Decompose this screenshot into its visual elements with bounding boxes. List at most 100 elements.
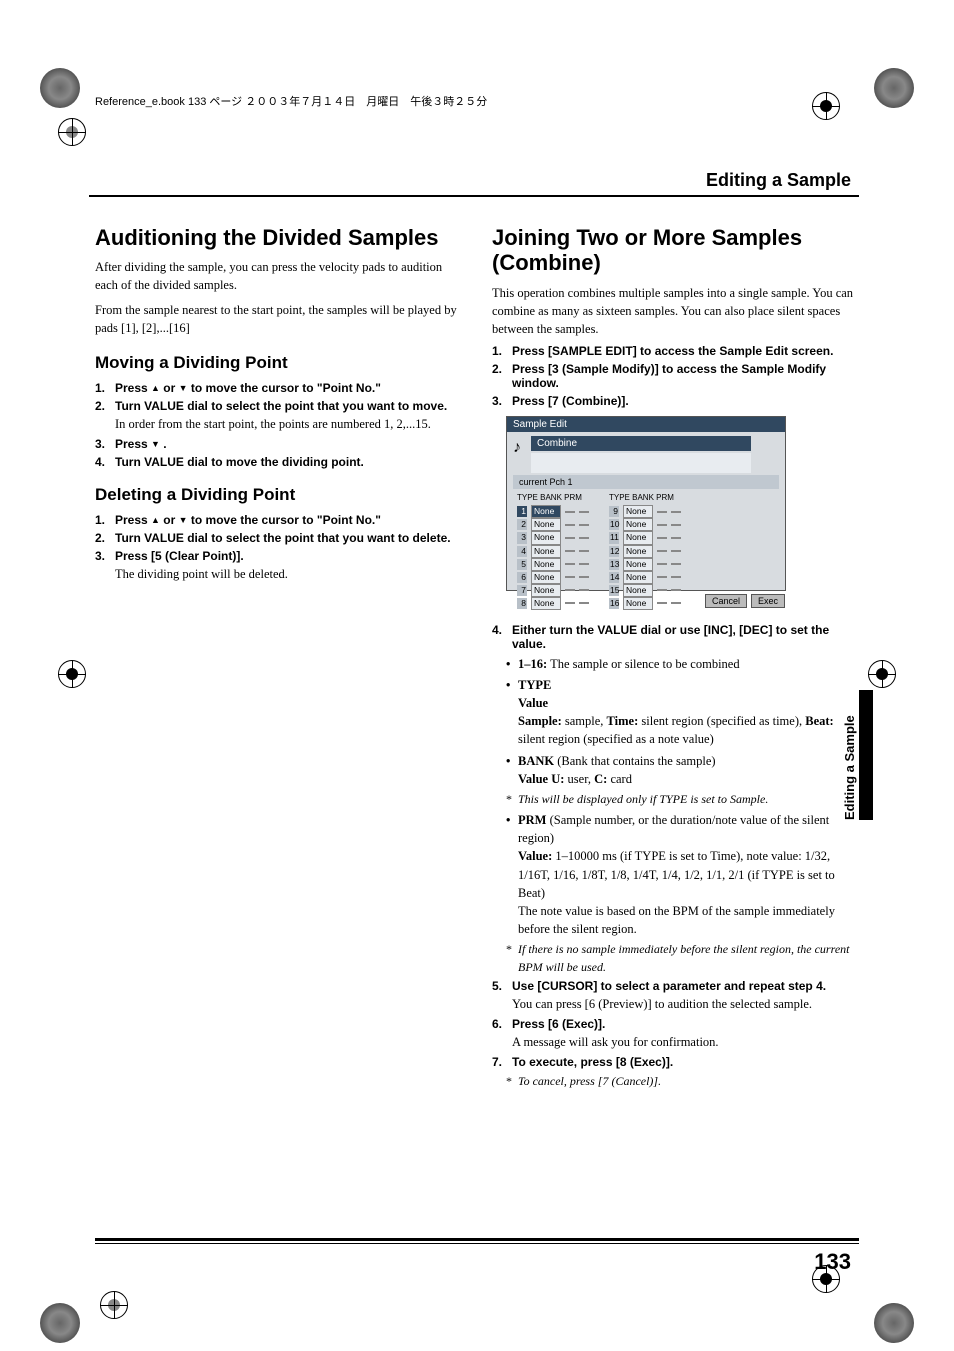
bullet-icon: •	[506, 752, 518, 788]
bullet-label: TYPE	[518, 678, 551, 692]
bullet-label: PRM	[518, 813, 546, 827]
heading-joining: Joining Two or More Samples (Combine)	[492, 225, 859, 276]
step-text: Use [CURSOR] to select a parameter and r…	[512, 979, 826, 993]
step-text: to move the cursor to "Point No."	[188, 381, 381, 395]
heading-deleting: Deleting a Dividing Point	[95, 485, 462, 505]
bottom-rule	[95, 1238, 859, 1241]
step-number: 1.	[95, 381, 115, 395]
bullet-label: BANK	[518, 754, 554, 768]
bullet-sub: Value U: user, C: card	[518, 770, 716, 788]
up-arrow-icon	[151, 513, 160, 527]
step-text: To execute, press [8 (Exec)].	[512, 1055, 673, 1069]
step-text: .	[160, 437, 167, 451]
side-tab	[859, 690, 873, 820]
table-row: 2None	[517, 518, 589, 531]
print-corner-tr	[874, 68, 914, 108]
note-text: To cancel, press [7 (Cancel)].	[518, 1073, 661, 1090]
step-number: 1.	[95, 513, 115, 527]
bullet-sub: Value: 1–10000 ms (if TYPE is set to Tim…	[518, 847, 859, 901]
table-row: 10None	[609, 518, 681, 531]
cancel-button[interactable]: Cancel	[705, 594, 747, 608]
up-arrow-icon	[151, 381, 160, 395]
step-text: Press [7 (Combine)].	[512, 394, 629, 408]
step-sub: In order from the start point, the point…	[115, 415, 462, 433]
bullet-icon: •	[506, 811, 518, 938]
bullet-text: The sample or silence to be combined	[547, 657, 739, 671]
registration-mark	[58, 118, 86, 146]
bullet-icon: •	[506, 676, 518, 749]
table-row: 4None	[517, 545, 589, 558]
table-row: 8None	[517, 597, 589, 610]
bullet-text: Sample: sample, Time: silent region (spe…	[518, 712, 859, 748]
shot-col-header: TYPE BANK PRM	[517, 493, 589, 503]
step-sub: The dividing point will be deleted.	[115, 565, 462, 583]
step-number: 3.	[492, 394, 512, 408]
paragraph: From the sample nearest to the start poi…	[95, 301, 462, 337]
step-text: to move the cursor to "Point No."	[188, 513, 381, 527]
shot-title: Sample Edit	[507, 417, 785, 432]
table-row: 13None	[609, 558, 681, 571]
table-row: 7None	[517, 584, 589, 597]
ui-screenshot: Sample Edit ♪ Combine current Pch 1 TYPE…	[506, 416, 786, 591]
paragraph: This operation combines multiple samples…	[492, 284, 859, 338]
step-text: Press	[115, 381, 151, 395]
note-star-icon: *	[506, 941, 518, 976]
print-corner-tl	[40, 68, 80, 108]
right-column: Joining Two or More Samples (Combine) Th…	[492, 225, 859, 1094]
down-arrow-icon	[179, 513, 188, 527]
table-row: 12None	[609, 545, 681, 558]
print-corner-br	[874, 1303, 914, 1343]
step-text: Press [SAMPLE EDIT] to access the Sample…	[512, 344, 833, 358]
shot-waveform	[531, 453, 751, 473]
step-text: Either turn the VALUE dial or use [INC],…	[512, 623, 829, 651]
step-number: 1.	[492, 344, 512, 358]
step-sub: A message will ask you for confirmation.	[512, 1033, 859, 1051]
step-number: 7.	[492, 1055, 512, 1069]
exec-button[interactable]: Exec	[751, 594, 785, 608]
step-number: 5.	[492, 979, 512, 1013]
registration-mark	[58, 660, 86, 688]
bullet-icon: •	[506, 655, 518, 673]
table-row: 1None	[517, 505, 589, 518]
heading-auditioning: Auditioning the Divided Samples	[95, 225, 462, 250]
shot-col-header: TYPE BANK PRM	[609, 493, 681, 503]
heading-moving: Moving a Dividing Point	[95, 353, 462, 373]
side-tab-label: Editing a Sample	[842, 670, 857, 820]
page-number: 133	[814, 1249, 851, 1275]
table-row: 16None	[609, 597, 681, 610]
print-corner-bl	[40, 1303, 80, 1343]
down-arrow-icon	[179, 381, 188, 395]
table-row: 11None	[609, 531, 681, 544]
step-number: 6.	[492, 1017, 512, 1051]
bullet-text: (Sample number, or the duration/note val…	[518, 813, 829, 845]
note-star-icon: *	[506, 1073, 518, 1090]
step-text: Press	[115, 513, 151, 527]
step-text: Press [6 (Exec)].	[512, 1017, 605, 1031]
shot-combine-label: Combine	[531, 436, 751, 451]
table-row: 3None	[517, 531, 589, 544]
table-row: 6None	[517, 571, 589, 584]
chapter-title: Editing a Sample	[89, 170, 859, 197]
shot-current: current Pch 1	[513, 475, 779, 489]
table-row: 14None	[609, 571, 681, 584]
step-number: 4.	[95, 455, 115, 469]
bullet-label: 1–16:	[518, 657, 547, 671]
page-frame: Editing a Sample Auditioning the Divided…	[95, 70, 859, 1281]
table-row: 9None	[609, 505, 681, 518]
table-row: 15None	[609, 584, 681, 597]
step-number: 3.	[95, 437, 115, 451]
paragraph: After dividing the sample, you can press…	[95, 258, 462, 294]
step-text: Press [3 (Sample Modify)] to access the …	[512, 362, 826, 390]
step-sub: You can press [6 (Preview)] to audition …	[512, 995, 859, 1013]
note-star-icon: *	[506, 791, 518, 808]
registration-mark	[100, 1291, 128, 1319]
step-number: 4.	[492, 623, 512, 651]
step-number: 2.	[95, 399, 115, 433]
step-text: Turn VALUE dial to select the point that…	[115, 531, 451, 545]
left-column: Auditioning the Divided Samples After di…	[95, 225, 462, 1094]
step-text: Press [5 (Clear Point)].	[115, 549, 244, 563]
step-text: Turn VALUE dial to select the point that…	[115, 399, 447, 413]
step-number: 3.	[95, 549, 115, 583]
step-text: Turn VALUE dial to move the dividing poi…	[115, 455, 364, 469]
note-text: If there is no sample immediately before…	[518, 941, 859, 976]
